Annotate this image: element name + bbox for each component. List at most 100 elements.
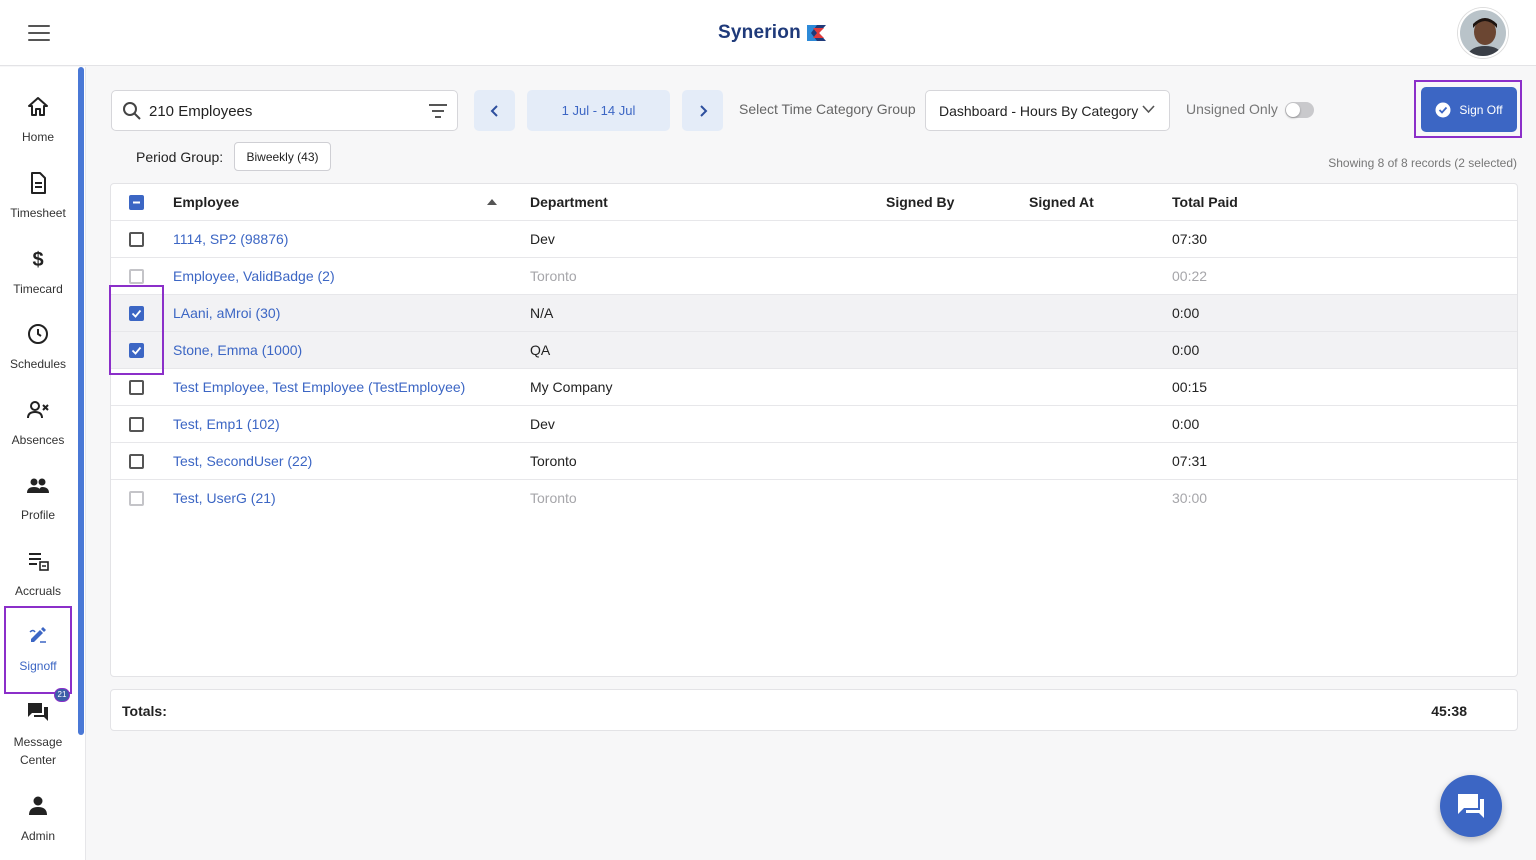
totals-bar: Totals: 45:38 [110,689,1518,731]
total-paid-cell: 00:22 [1172,268,1208,284]
sign-off-label: Sign Off [1459,102,1503,117]
table-row[interactable]: Test Employee, Test Employee (TestEmploy… [111,369,1517,406]
dollar-icon: $ [32,249,43,271]
sidebar-item-message-center[interactable]: Message Center [0,700,76,769]
sidebar-item-profile[interactable]: Profile [0,473,76,524]
document-icon [31,172,46,194]
logo-flag-icon [806,25,826,41]
time-category-value: Dashboard - Hours By Category [939,102,1139,119]
sidebar-nav: Home Timesheet $ Timecard Schedules Abse… [0,67,86,860]
select-all-checkbox[interactable] [129,195,144,210]
sidebar-item-home[interactable]: Home [0,95,76,146]
department-cell: N/A [530,305,554,321]
table-row[interactable]: Employee, ValidBadge (2) Toronto 00:22 [111,258,1517,295]
person-x-icon [27,401,49,419]
row-checkbox[interactable] [129,380,144,395]
totals-label: Totals: [122,703,167,719]
sidebar-item-label: Schedules [9,357,67,371]
sidebar-item-label: Message Center [13,735,63,767]
chevron-right-icon [699,104,707,117]
column-header-signed-at[interactable]: Signed At [1029,184,1094,220]
sidebar-item-label: Timecard [13,282,63,296]
total-paid-cell: 0:00 [1172,342,1200,358]
total-paid-cell: 07:31 [1172,453,1208,469]
employee-link[interactable]: Stone, Emma (1000) [173,332,302,368]
employee-table: Employee Department Signed By Signed At … [110,183,1518,677]
chevron-down-icon [1142,105,1155,114]
people-icon [27,478,49,493]
sign-off-button[interactable]: Sign Off [1421,87,1517,132]
sidebar-item-label: Absences [11,433,65,447]
total-paid-cell: 00:15 [1172,379,1208,395]
totals-value: 45:38 [1431,703,1467,719]
department-cell: QA [530,342,551,358]
person-icon [29,796,47,815]
sidebar-item-schedules[interactable]: Schedules [0,322,76,373]
menu-icon[interactable] [28,25,50,41]
sidebar-item-accruals[interactable]: Accruals [0,549,76,600]
unsigned-only-label: Unsigned Only [1186,101,1278,117]
sidebar-item-timesheet[interactable]: Timesheet [0,171,76,222]
sidebar-item-label: Admin [20,829,55,843]
search-input[interactable] [149,101,419,121]
table-row[interactable]: 1114, SP2 (98876) Dev 07:30 [111,221,1517,258]
filter-icon[interactable] [428,103,448,119]
sidebar-item-absences[interactable]: Absences [0,398,76,449]
employee-link[interactable]: 1114, SP2 (98876) [173,221,288,257]
department-cell: Dev [530,416,555,432]
sidebar-item-timecard[interactable]: $ Timecard [0,247,76,298]
sidebar-scrollbar[interactable] [78,67,84,735]
department-cell: Toronto [530,268,577,284]
sort-ascending-icon[interactable] [487,199,497,205]
user-avatar[interactable] [1458,8,1508,58]
total-paid-cell: 30:00 [1172,490,1208,506]
row-checkbox[interactable] [129,417,144,432]
signoff-badge: 21 [54,688,70,702]
employee-search[interactable] [111,90,458,131]
previous-period-button[interactable] [474,90,515,131]
brand-name: Synerion [718,22,801,43]
sidebar-item-label: Home [21,130,54,144]
synerion-logo[interactable]: Synerion [718,20,827,46]
table-row[interactable]: Test, Emp1 (102) Dev 0:00 [111,406,1517,443]
top-bar: Synerion [0,0,1536,66]
table-row[interactable]: Test, SecondUser (22) Toronto 07:31 [111,443,1517,480]
employee-link[interactable]: Test Employee, Test Employee (TestEmploy… [173,369,465,405]
chat-button[interactable] [1440,775,1502,837]
department-cell: Toronto [530,490,577,506]
period-group-label: Period Group: [136,149,224,165]
department-cell: Toronto [530,453,577,469]
column-header-total-paid[interactable]: Total Paid [1172,184,1238,220]
column-header-signed-by[interactable]: Signed By [886,184,954,220]
total-paid-cell: 0:00 [1172,305,1200,321]
row-checkbox[interactable] [129,454,144,469]
clock-icon [28,324,48,344]
next-period-button[interactable] [682,90,723,131]
table-row[interactable]: Stone, Emma (1000) QA 0:00 [111,332,1517,369]
employee-link[interactable]: Employee, ValidBadge (2) [173,258,335,294]
employee-link[interactable]: Test, Emp1 (102) [173,406,280,442]
column-header-employee[interactable]: Employee [173,184,239,220]
row-checkbox[interactable] [129,232,144,247]
unsigned-only-toggle[interactable] [1285,102,1314,118]
table-row[interactable]: Test, UserG (21) Toronto 30:00 [111,480,1517,517]
accruals-icon [29,553,49,571]
records-info: Showing 8 of 8 records (2 selected) [1328,156,1517,170]
time-category-select[interactable]: Dashboard - Hours By Category [925,90,1170,131]
table-row[interactable]: LAani, aMroi (30) N/A 0:00 [111,295,1517,332]
home-icon [28,97,48,116]
period-group-chip[interactable]: Biweekly (43) [234,142,331,171]
department-cell: My Company [530,379,613,395]
sidebar-item-admin[interactable]: Admin [0,794,76,845]
employee-link[interactable]: LAani, aMroi (30) [173,295,280,331]
row-checkbox [129,491,144,506]
employee-link[interactable]: Test, SecondUser (22) [173,443,312,479]
column-header-department[interactable]: Department [530,184,608,220]
search-icon [123,102,141,120]
department-cell: Dev [530,231,555,247]
chat-icon [28,703,48,721]
chevron-left-icon [490,104,498,117]
table-header-row: Employee Department Signed By Signed At … [111,184,1517,221]
date-range-display[interactable]: 1 Jul - 14 Jul [527,90,670,131]
employee-link[interactable]: Test, UserG (21) [173,480,276,516]
